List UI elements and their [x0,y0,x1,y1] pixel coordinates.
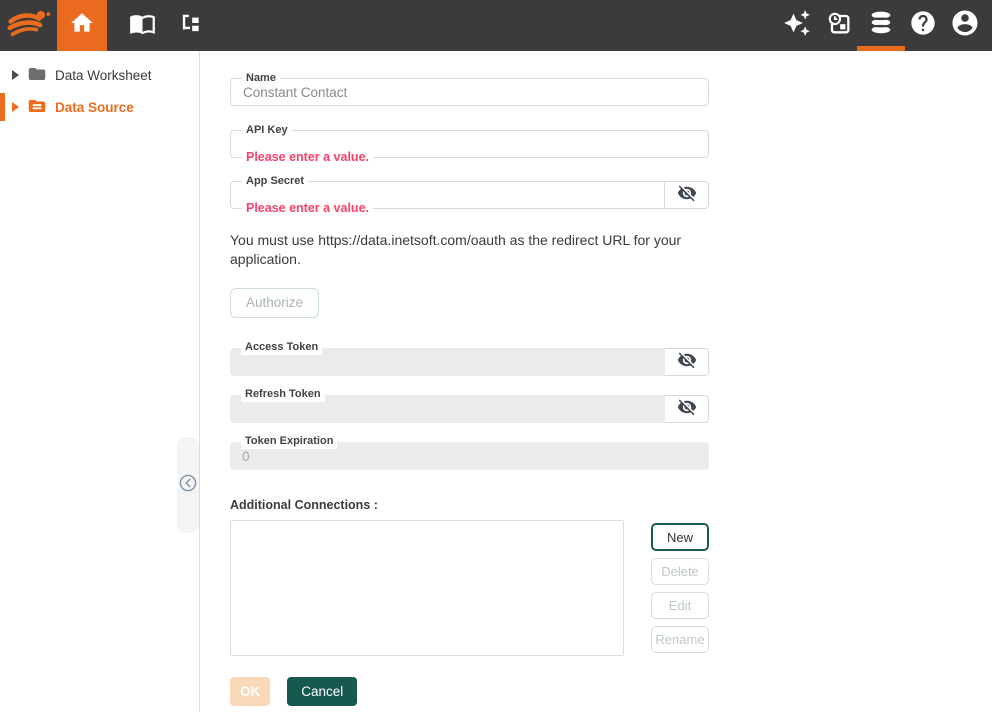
sidebar: Data Worksheet Data Source [0,51,200,712]
sidebar-item-label: Data Worksheet [55,68,152,83]
name-field-label: Name [242,71,280,86]
database-icon [867,9,895,42]
sidebar-item-label: Data Source [55,100,134,115]
schedule-button[interactable] [818,0,860,51]
access-token-visibility-toggle[interactable] [664,348,709,376]
caret-right-icon[interactable] [11,102,19,112]
token-expiration-field-label: Token Expiration [241,434,337,449]
name-input[interactable] [231,79,708,105]
book-icon [129,10,156,42]
account-icon [950,8,980,43]
api-key-field: API Key Please enter a value. [230,130,709,158]
refresh-token-field-label: Refresh Token [241,387,325,402]
rename-connection-button[interactable]: Rename [651,626,709,653]
sidebar-item-data-source[interactable]: Data Source [0,91,199,123]
inetsoft-logo-icon [0,0,57,51]
token-expiration-field: Token Expiration [230,442,709,470]
data-source-settings-panel: Name API Key Please enter a value. App S… [200,51,992,712]
edit-connection-button[interactable]: Edit [651,592,709,619]
additional-connections-list[interactable] [230,520,624,656]
account-button[interactable] [944,0,986,51]
eye-off-icon [677,350,697,375]
api-key-field-label: API Key [242,123,292,138]
data-tab-button[interactable] [860,0,902,51]
top-navbar [0,0,992,51]
sidebar-collapse-handle[interactable] [177,437,199,533]
sparkles-icon [783,9,811,42]
app-secret-field-label: App Secret [242,174,308,189]
home-icon [69,10,95,41]
help-icon [909,9,937,42]
eye-off-icon [677,183,697,208]
refresh-token-field: Refresh Token [230,395,665,423]
chevron-left-circle-icon [179,474,197,497]
ai-assistant-button[interactable] [776,0,818,51]
refresh-token-visibility-toggle[interactable] [664,395,709,423]
eye-off-icon [677,397,697,422]
cancel-button[interactable]: Cancel [287,677,357,706]
sidebar-item-data-worksheet[interactable]: Data Worksheet [0,59,199,91]
folder-icon [28,66,46,85]
active-item-bar [0,93,5,121]
additional-connections-label: Additional Connections : [230,498,709,512]
data-source-folder-icon [28,98,46,117]
tree-button[interactable] [173,0,207,51]
tree-icon [177,10,203,41]
access-token-field: Access Token [230,348,665,376]
caret-right-icon[interactable] [11,70,19,80]
ok-button[interactable]: OK [230,677,270,706]
authorize-button[interactable]: Authorize [230,288,319,318]
api-key-error: Please enter a value. [242,150,373,165]
app-secret-error: Please enter a value. [242,201,373,216]
book-button[interactable] [125,0,159,51]
help-button[interactable] [902,0,944,51]
name-field: Name [230,78,709,106]
access-token-field-label: Access Token [241,340,322,355]
new-connection-button[interactable]: New [651,523,709,551]
schedule-snapshot-icon [825,9,853,42]
app-secret-visibility-toggle[interactable] [664,181,709,209]
app-secret-field: App Secret Please enter a value. [230,181,665,209]
redirect-url-note: You must use https://data.inetsoft.com/o… [230,231,692,269]
home-button[interactable] [57,0,107,51]
delete-connection-button[interactable]: Delete [651,558,709,585]
